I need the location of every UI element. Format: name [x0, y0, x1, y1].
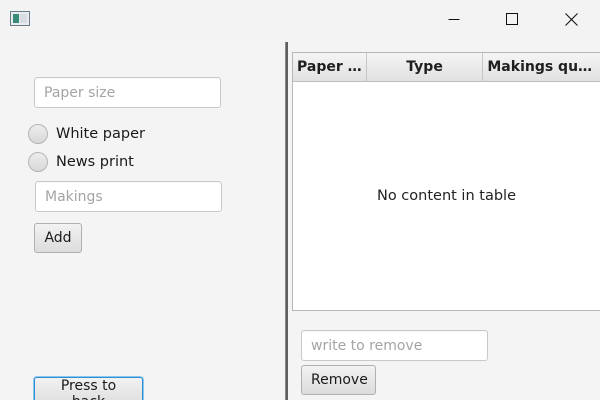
close-button[interactable] — [542, 0, 600, 38]
back-button[interactable]: Press to back — [34, 377, 143, 400]
close-icon — [564, 12, 578, 26]
maximize-button[interactable] — [483, 0, 541, 38]
minimize-icon — [448, 19, 460, 20]
column-header-paper-size[interactable]: Paper S... — [293, 53, 367, 82]
minimize-button[interactable] — [425, 0, 483, 38]
paper-table[interactable]: Paper S... Type Makings qua... No conten… — [292, 52, 600, 311]
paper-size-input[interactable] — [34, 77, 221, 108]
radio-button-circle[interactable] — [28, 152, 48, 172]
table-empty-placeholder: No content in table — [376, 188, 516, 204]
makings-input[interactable] — [35, 181, 222, 212]
remove-input[interactable] — [301, 330, 488, 361]
table-header: Paper S... Type Makings qua... — [293, 53, 600, 82]
column-header-makings-quantity[interactable]: Makings qua... — [483, 53, 600, 82]
title-bar — [0, 0, 600, 38]
maximize-icon — [506, 13, 518, 25]
column-header-type[interactable]: Type — [367, 53, 484, 82]
radio-news-print[interactable]: News print — [28, 151, 134, 173]
split-pane-divider[interactable] — [285, 42, 288, 400]
remove-button[interactable]: Remove — [301, 365, 376, 395]
radio-white-paper[interactable]: White paper — [28, 123, 145, 145]
radio-button-circle[interactable] — [28, 124, 48, 144]
radio-news-print-label: News print — [56, 154, 134, 170]
add-button[interactable]: Add — [34, 223, 82, 253]
radio-white-paper-label: White paper — [56, 126, 145, 142]
app-icon — [10, 11, 30, 26]
